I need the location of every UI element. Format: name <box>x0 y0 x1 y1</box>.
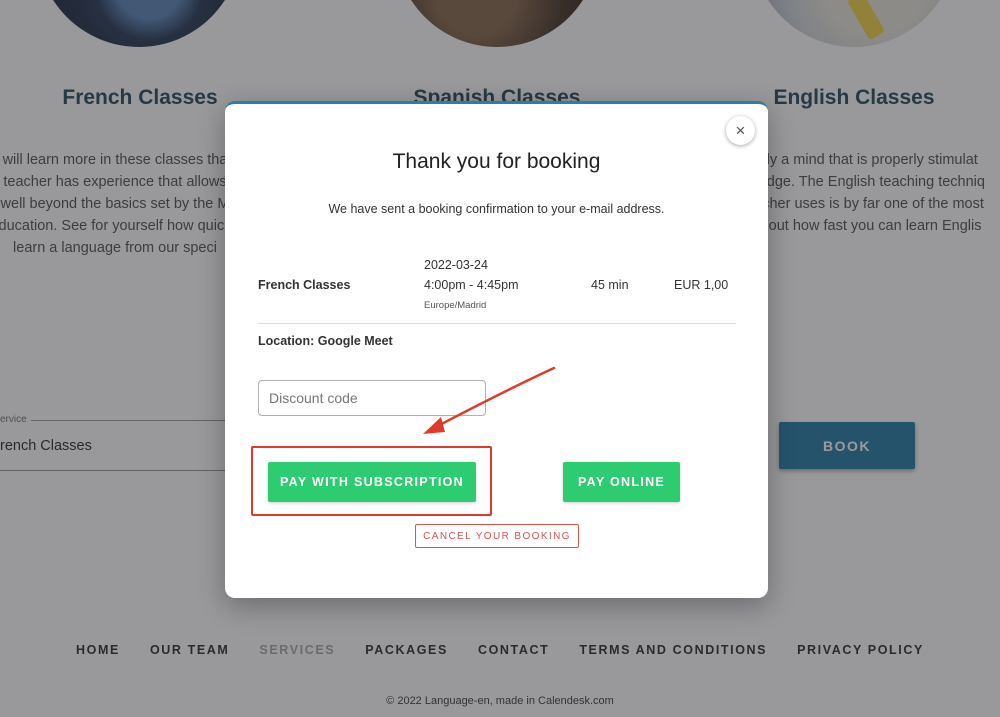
pay-online-button[interactable]: PAY ONLINE <box>563 462 680 502</box>
booking-service-name: French Classes <box>258 278 351 292</box>
dialog-subtitle: We have sent a booking confirmation to y… <box>328 202 665 216</box>
pay-with-subscription-button[interactable]: PAY WITH SUBSCRIPTION <box>268 462 476 502</box>
divider <box>258 323 736 324</box>
close-icon: × <box>735 120 746 140</box>
booking-time: 4:00pm - 4:45pm <box>424 278 519 292</box>
discount-code-input[interactable] <box>258 380 486 416</box>
booking-date: 2022-03-24 <box>424 258 488 272</box>
booking-duration: 45 min <box>591 278 629 292</box>
cancel-booking-button[interactable]: CANCEL YOUR BOOKING <box>415 524 579 548</box>
dialog-title: Thank you for booking <box>392 150 601 173</box>
booking-timezone: Europe/Madrid <box>424 300 487 311</box>
booking-price: EUR 1,00 <box>674 278 729 292</box>
booking-confirmation-dialog: × Thank you for booking We have sent a b… <box>225 101 768 598</box>
close-button[interactable]: × <box>726 116 755 145</box>
booking-location: Location: Google Meet <box>258 334 393 348</box>
